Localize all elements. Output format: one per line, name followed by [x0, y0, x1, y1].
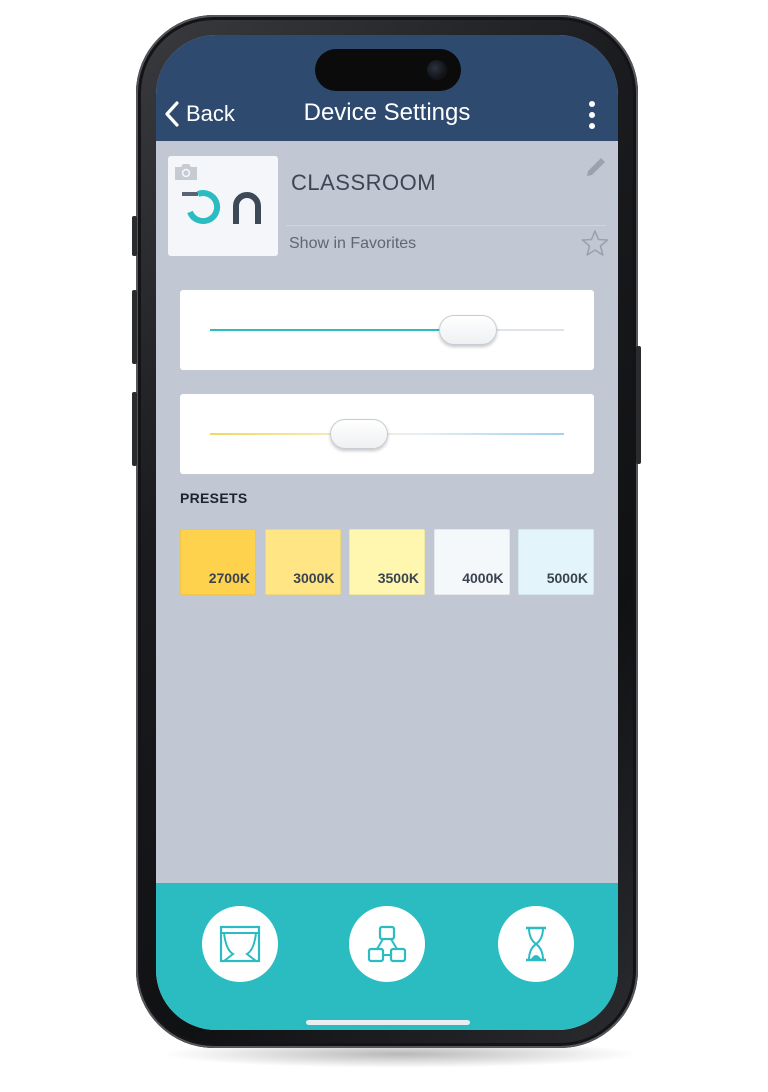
preset-3000k[interactable]: 3000K [264, 529, 341, 595]
nav-header: Back Device Settings [156, 35, 618, 141]
brightness-slider [180, 290, 594, 370]
device-name: CLASSROOM [291, 170, 437, 195]
chevron-left-icon [165, 101, 179, 127]
front-camera [427, 60, 447, 80]
preset-4000k[interactable]: 4000K [433, 529, 510, 595]
preset-label: 5000K [546, 570, 588, 586]
color-temperature-slider-thumb[interactable] [329, 419, 388, 449]
favorites-label: Show in Favorites [289, 235, 417, 252]
group-network-icon [367, 925, 407, 963]
preset-label: 2700K [208, 570, 250, 586]
phone-screen: Back Device Settings CLASSROOM Show in F… [156, 35, 618, 1030]
preset-label: 4000K [462, 570, 504, 586]
preset-2700k[interactable]: 2700K [180, 529, 256, 595]
phone-volume-up-button [132, 290, 137, 364]
presets-row: 2700K 3000K 3500K 4000K 5000K [180, 529, 594, 595]
brand-logo [182, 190, 261, 224]
scene-theater-icon [219, 925, 261, 963]
schedules-button[interactable] [498, 906, 574, 982]
phone-action-button [132, 216, 137, 256]
groups-button[interactable] [349, 906, 425, 982]
preset-label: 3500K [377, 570, 419, 586]
star-icon[interactable] [581, 229, 609, 257]
color-temperature-slider [180, 394, 594, 474]
home-indicator [306, 1020, 470, 1025]
back-button[interactable]: Back [164, 98, 235, 130]
kebab-menu-icon[interactable] [582, 101, 602, 129]
dynamic-island [315, 49, 461, 91]
preset-label: 3000K [293, 570, 335, 586]
pencil-icon[interactable] [583, 156, 607, 180]
device-image[interactable] [168, 156, 278, 256]
brightness-track[interactable] [210, 329, 564, 331]
phone-power-button [636, 346, 641, 464]
camera-icon[interactable] [173, 162, 199, 182]
phone-volume-down-button [132, 392, 137, 466]
scenes-button[interactable] [202, 906, 278, 982]
presets-heading: PRESETS [180, 490, 248, 506]
preset-5000k[interactable]: 5000K [518, 529, 594, 595]
preset-3500k[interactable]: 3500K [349, 529, 425, 595]
back-label: Back [186, 101, 235, 126]
hourglass-timer-icon [526, 926, 546, 962]
divider [286, 225, 606, 226]
brightness-slider-thumb[interactable] [439, 315, 498, 345]
